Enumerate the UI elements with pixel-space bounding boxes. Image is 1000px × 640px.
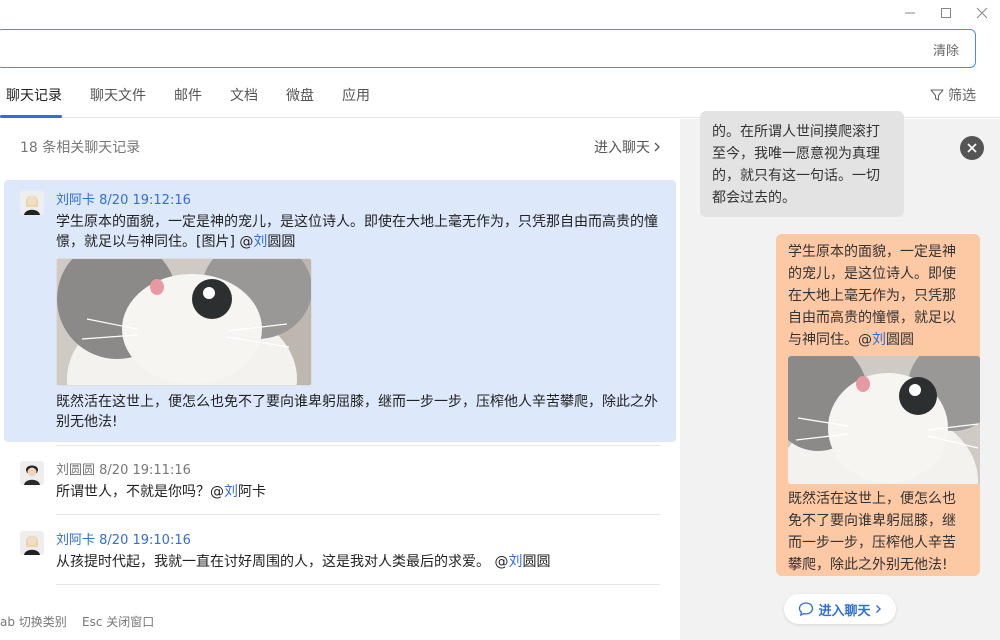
filter-icon xyxy=(930,89,944,101)
keyboard-hint: ab 切换类别 Esc 关闭窗口 xyxy=(0,613,154,630)
minimize-button[interactable] xyxy=(892,0,928,26)
list-item[interactable]: 刘阿卡 8/20 19:12:16 学生原本的面貌，一定是神的宠儿，是这位诗人。… xyxy=(4,180,676,442)
enter-chat-button[interactable]: 进入聊天 xyxy=(784,594,896,624)
search-input[interactable] xyxy=(9,38,889,60)
search-bar: 清除 xyxy=(0,29,976,68)
chat-preview-panel: 的。在所谓人世间摸爬滚打至今，我唯一愿意视为真理的，就只有这一句话。一切都会过去… xyxy=(680,111,1000,640)
chevron-right-icon xyxy=(875,605,881,613)
text-segment: 从孩提时代起，我就一直在讨好周围的人，这是我对人类最后的求爱。 @ xyxy=(56,554,509,570)
avatar xyxy=(20,531,44,555)
message-bubble-received: 的。在所谓人世间摸爬滚打至今，我唯一愿意视为真理的，就只有这一句话。一切都会过去… xyxy=(700,111,904,217)
divider xyxy=(56,514,660,515)
bubble-text: 学生原本的面貌，一定是神的宠儿，是这位诗人。即使在大地上毫无作为，只凭那自由而高… xyxy=(788,241,968,351)
message-time: 8/20 19:10:16 xyxy=(99,533,191,548)
tab-docs[interactable]: 文档 xyxy=(230,85,258,105)
filter-label: 筛选 xyxy=(948,88,976,104)
result-count: 18 条相关聊天记录 xyxy=(20,140,141,156)
chevron-right-icon xyxy=(654,142,660,152)
close-window-button[interactable] xyxy=(964,0,1000,26)
enter-chat-link[interactable]: 进入聊天 xyxy=(594,137,661,157)
message-time: 8/20 19:11:16 xyxy=(99,463,191,478)
active-tab-indicator xyxy=(0,115,62,118)
mention[interactable]: 刘 xyxy=(253,234,267,250)
mention[interactable]: 刘 xyxy=(872,332,886,348)
text-segment: 所谓世人，不就是你吗？@ xyxy=(56,484,224,500)
message-text: 从孩提时代起，我就一直在讨好周围的人，这是我对人类最后的求爱。 @刘圆圆 xyxy=(56,552,666,572)
cat-photo-image[interactable] xyxy=(788,356,980,484)
chat-bubble-icon xyxy=(799,602,814,617)
tab-drive[interactable]: 微盘 xyxy=(286,85,314,105)
text-segment: 阿卡 xyxy=(238,484,266,500)
divider xyxy=(56,584,660,585)
list-item[interactable]: 刘圆圆 8/20 19:11:16 所谓世人，不就是你吗？@刘阿卡 xyxy=(4,449,676,513)
search-results: 18 条相关聊天记录 进入聊天 刘阿卡 8/20 19:12:16 学生原本的面… xyxy=(0,119,680,610)
message-text: 学生原本的面貌，一定是神的宠儿，是这位诗人。即使在大地上毫无作为，只凭那自由而高… xyxy=(56,212,666,252)
text-segment: 学生原本的面貌，一定是神的宠儿，是这位诗人。即使在大地上毫无作为，只凭那自由而高… xyxy=(56,214,658,250)
enter-chat-label: 进入聊天 xyxy=(818,603,871,619)
divider xyxy=(56,445,660,446)
hint-text: ab 切换类别 Esc 关闭窗口 xyxy=(0,615,155,629)
list-item[interactable]: 刘阿卡 8/20 19:10:16 从孩提时代起，我就一直在讨好周围的人，这是我… xyxy=(4,519,676,583)
filter-button[interactable]: 筛选 xyxy=(930,85,976,105)
message-text: 所谓世人，不就是你吗？@刘阿卡 xyxy=(56,482,666,502)
enter-chat-label: 进入聊天 xyxy=(594,140,650,156)
text-segment: 圆圆 xyxy=(886,332,914,348)
message-meta: 刘圆圆 8/20 19:11:16 xyxy=(56,459,191,478)
text-segment: 圆圆 xyxy=(267,234,296,250)
clear-button[interactable]: 清除 xyxy=(933,40,959,59)
message-meta: 刘阿卡 8/20 19:12:16 xyxy=(56,189,191,208)
close-preview-button[interactable] xyxy=(960,136,984,160)
close-icon xyxy=(976,7,988,19)
maximize-button[interactable] xyxy=(928,0,964,26)
message-text-2: 既然活在这世上，便怎么也免不了要向谁卑躬屈膝，继而一步一步，压榨他人辛苦攀爬，除… xyxy=(56,394,658,430)
window-controls xyxy=(892,0,1000,26)
close-icon xyxy=(967,143,977,153)
sender-name[interactable]: 刘圆圆 xyxy=(56,463,95,478)
tab-mail[interactable]: 邮件 xyxy=(174,85,202,105)
sender-name[interactable]: 刘阿卡 xyxy=(56,193,95,208)
bubble-text-2: 既然活在这世上，便怎么也免不了要向谁卑躬屈膝，继而一步一步，压榨他人辛苦攀爬，除… xyxy=(788,491,956,573)
avatar xyxy=(20,461,44,485)
text-segment: 圆圆 xyxy=(522,554,551,570)
minimize-icon xyxy=(905,12,915,14)
tab-chat-records[interactable]: 聊天记录 xyxy=(6,85,62,105)
maximize-icon xyxy=(941,8,951,18)
sender-name[interactable]: 刘阿卡 xyxy=(56,533,95,548)
message-bubble-sent: 学生原本的面貌，一定是神的宠儿，是这位诗人。即使在大地上毫无作为，只凭那自由而高… xyxy=(776,234,980,576)
message-meta: 刘阿卡 8/20 19:10:16 xyxy=(56,529,191,548)
cat-photo-image[interactable] xyxy=(56,258,312,386)
message-time: 8/20 19:12:16 xyxy=(99,193,191,208)
tab-chat-files[interactable]: 聊天文件 xyxy=(90,85,146,105)
avatar xyxy=(20,191,44,215)
mention[interactable]: 刘 xyxy=(224,484,238,500)
mention[interactable]: 刘 xyxy=(508,554,522,570)
tab-apps[interactable]: 应用 xyxy=(342,85,370,105)
